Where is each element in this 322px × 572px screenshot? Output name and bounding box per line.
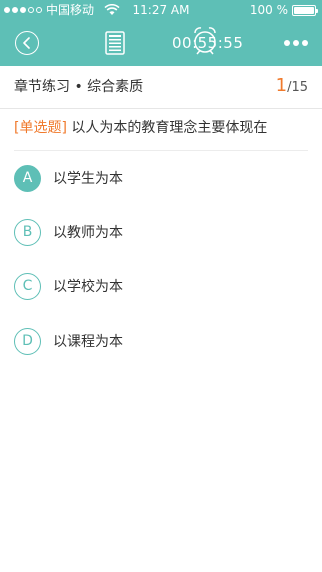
chevron-left-icon: [23, 37, 30, 49]
option-letter-a: A: [14, 164, 41, 192]
divider: [14, 150, 308, 151]
answer-card-icon[interactable]: [104, 31, 126, 55]
question-stem: [单选题] 以人为本的教育理念主要体现在: [14, 118, 308, 138]
header: 中国移动 11:27 AM 100 % 00:55:55: [0, 0, 322, 66]
more-dots-icon: [284, 40, 290, 46]
battery-icon: [292, 4, 318, 16]
option-c[interactable]: C 以学校为本: [14, 271, 294, 301]
back-button[interactable]: [15, 31, 39, 55]
current-question-number: 1: [275, 75, 288, 96]
option-letter-c: C: [14, 272, 41, 300]
status-bar: 中国移动 11:27 AM 100 %: [0, 0, 322, 20]
option-letter-b: B: [14, 218, 41, 246]
status-right: 100 %: [249, 0, 318, 20]
question-text: 以人为本的教育理念主要体现在: [66, 120, 268, 136]
nav-bar: 00:55:55: [0, 20, 322, 66]
battery-percent: 100 %: [249, 3, 288, 17]
section-header: 章节练习 • 综合素质 1/15: [0, 66, 322, 109]
more-button[interactable]: [284, 36, 308, 50]
question-counter: 1/15: [276, 75, 308, 99]
option-a[interactable]: A 以学生为本: [14, 163, 294, 193]
option-b[interactable]: B 以教师为本: [14, 217, 294, 247]
option-text-a: 以学生为本: [53, 171, 123, 187]
option-text-b: 以教师为本: [53, 225, 123, 241]
option-text-c: 以学校为本: [53, 279, 123, 295]
total-questions: /15: [287, 80, 308, 95]
question-type-label: [单选题]: [14, 120, 67, 136]
option-letter-d: D: [14, 327, 41, 355]
section-title: 章节练习 • 综合素质: [14, 79, 144, 95]
option-text-d: 以课程为本: [53, 334, 123, 350]
option-d[interactable]: D 以课程为本: [14, 326, 294, 356]
timer: 00:55:55: [172, 34, 244, 52]
